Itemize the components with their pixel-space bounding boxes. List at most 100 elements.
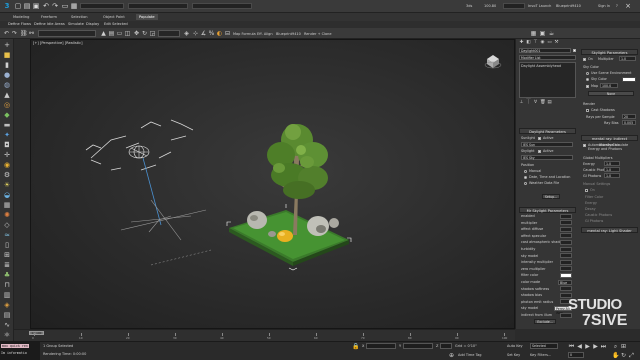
tab-freeform[interactable]: Freeform xyxy=(38,14,60,20)
select-object-icon[interactable]: ▲ xyxy=(100,30,107,37)
energy-field[interactable]: 1.0 xyxy=(604,161,620,166)
mrsky-row-field[interactable] xyxy=(560,233,572,239)
tab-modeling[interactable]: Modeling xyxy=(10,14,32,20)
rect-select-icon[interactable]: ▭ xyxy=(116,30,123,37)
redo-icon[interactable]: ↷ xyxy=(51,2,59,10)
timeline[interactable]: 0 / 100 0 10 20 30 40 50 60 70 80 90 100 xyxy=(14,329,515,341)
undo-toolbar-icon[interactable]: ↶ xyxy=(3,30,10,37)
close-icon[interactable]: × xyxy=(624,2,632,10)
cast-shadows-checkbox[interactable] xyxy=(586,109,589,112)
nurbs-icon[interactable]: ∿ xyxy=(3,321,11,329)
helper-icon[interactable]: ✛ xyxy=(3,151,11,159)
define-idle-areas-menu[interactable]: Define Idle Areas xyxy=(34,22,65,26)
selection-filter-dropdown[interactable] xyxy=(38,30,96,37)
zoom-all-icon[interactable]: ⊞ xyxy=(620,343,627,350)
mrsky-row-field[interactable] xyxy=(560,246,572,252)
door-icon[interactable]: ▯ xyxy=(3,241,11,249)
remove-modifier-icon[interactable]: 🗑 xyxy=(540,100,546,105)
light-icon[interactable]: ✦ xyxy=(3,131,11,139)
dynamics-icon[interactable]: ⚛ xyxy=(3,331,11,339)
add-time-tag-icon[interactable]: ⊕ xyxy=(448,352,455,359)
skylight-on-checkbox[interactable] xyxy=(583,58,586,61)
play-icon[interactable]: ▶ xyxy=(584,343,591,350)
motion-icon[interactable]: ◉ xyxy=(540,40,545,45)
daylight-params-title[interactable]: Daylight Parameters xyxy=(519,128,576,134)
mrsky-row-field[interactable] xyxy=(560,213,572,219)
railing-icon[interactable]: ⊓ xyxy=(3,281,11,289)
compound-icon[interactable]: ◈ xyxy=(3,301,11,309)
object-color-swatch[interactable] xyxy=(573,49,576,52)
torus-icon[interactable]: ◎ xyxy=(3,101,11,109)
tab-object-paint[interactable]: Object Paint xyxy=(100,14,128,20)
mirror-icon[interactable]: ◐ xyxy=(216,30,223,37)
auto-calc-checkbox[interactable] xyxy=(583,144,586,147)
pin-stack-icon[interactable]: ⊥ xyxy=(519,100,524,105)
scale-icon[interactable]: ◲ xyxy=(149,30,156,37)
mrsky-row-field[interactable] xyxy=(560,259,572,265)
tab-selection[interactable]: Selection xyxy=(68,14,91,20)
reference-coord-dropdown[interactable] xyxy=(158,30,180,37)
link-icon[interactable]: ⛓ xyxy=(20,30,28,37)
mrsky-row-field[interactable] xyxy=(560,253,572,259)
sphere-icon[interactable]: ● xyxy=(3,71,11,79)
gi-photons-field[interactable]: 1.0 xyxy=(604,173,620,178)
geosphere-icon[interactable]: ◍ xyxy=(3,81,11,89)
render-production-icon[interactable]: ☕ xyxy=(548,30,555,37)
rotate-icon[interactable]: ↻ xyxy=(141,30,148,37)
plane-icon[interactable]: ▬ xyxy=(3,121,11,129)
map-checkbox[interactable] xyxy=(586,85,589,88)
modifier-list-dropdown[interactable]: Modifier List xyxy=(519,55,576,60)
sign-in-link[interactable]: Sign In xyxy=(598,4,610,8)
project-folder-icon[interactable]: ▭ xyxy=(61,2,69,10)
mr-light-shader-title[interactable]: mental ray: Light Shader xyxy=(581,227,638,233)
setup-button[interactable]: Setup... xyxy=(542,194,560,199)
particle-icon[interactable]: ✺ xyxy=(3,211,11,219)
foliage-icon[interactable]: ♣ xyxy=(3,271,11,279)
make-unique-icon[interactable]: ∀ xyxy=(533,100,538,105)
wall-icon[interactable]: ▥ xyxy=(3,291,11,299)
sunlight-active-checkbox[interactable] xyxy=(538,137,541,140)
camera-icon[interactable]: ◘ xyxy=(3,141,11,149)
selected-dropdown[interactable]: Selected xyxy=(530,343,558,349)
new-file-icon[interactable]: ▢ xyxy=(14,2,22,10)
multiplier-field[interactable]: 1.0 xyxy=(619,56,636,61)
render-clone-label[interactable]: Render + Clone xyxy=(304,32,332,36)
configure-sets-icon[interactable]: ▤ xyxy=(547,100,552,105)
map-none-button[interactable]: None xyxy=(588,91,634,96)
simulate-menu[interactable]: Simulate xyxy=(68,22,84,26)
percent-snap-icon[interactable]: % xyxy=(208,30,215,37)
display-menu[interactable]: Display xyxy=(86,22,99,26)
water-icon[interactable]: ≈ xyxy=(3,231,11,239)
manual-radio[interactable] xyxy=(524,170,527,173)
help-icon[interactable]: ? xyxy=(616,4,618,8)
render-setup-icon[interactable]: ▦ xyxy=(530,30,537,37)
open-file-icon[interactable]: ▤ xyxy=(23,2,31,10)
cone-icon[interactable]: ▲ xyxy=(3,91,11,99)
exclude-button[interactable]: Exclude... xyxy=(534,319,556,324)
manual-on-checkbox[interactable] xyxy=(585,189,588,192)
autokey-button[interactable]: Auto Key xyxy=(507,344,523,348)
sun-icon[interactable]: ☀ xyxy=(3,181,11,189)
x-coordinate-field[interactable] xyxy=(366,343,396,349)
sky-color-swatch[interactable] xyxy=(622,77,636,82)
lock-icon[interactable]: 🔒 xyxy=(352,343,359,350)
launch-link[interactable]: InvoT Launch xyxy=(528,4,551,8)
define-flows-menu[interactable]: Define Flows xyxy=(8,22,31,26)
blueprint-label[interactable]: Blueprint9410 xyxy=(276,32,301,36)
plus-icon[interactable]: + xyxy=(3,41,11,49)
weather-radio[interactable] xyxy=(524,182,527,185)
mrsky-row-field[interactable] xyxy=(560,266,572,272)
edit-selected-menu[interactable]: Edit Selected xyxy=(104,22,128,26)
tab-populate[interactable]: Populate xyxy=(136,14,158,20)
next-frame-icon[interactable]: ▶ xyxy=(592,343,599,350)
pan-icon[interactable]: ✋ xyxy=(612,352,619,359)
modifier-stack[interactable]: Daylight Assemblyhead xyxy=(519,62,576,98)
utilities-icon[interactable]: ⚒ xyxy=(554,40,559,45)
rays-per-sample-field[interactable]: 20 xyxy=(622,114,636,119)
mrsky-row-field[interactable] xyxy=(560,239,572,245)
search-field[interactable] xyxy=(503,3,525,9)
ray-bias-field[interactable]: 0.005 xyxy=(622,120,636,125)
patch-icon[interactable]: ▤ xyxy=(3,311,11,319)
skylight-type-dropdown[interactable]: IES Sky xyxy=(521,155,573,160)
viewcube[interactable] xyxy=(484,52,502,71)
